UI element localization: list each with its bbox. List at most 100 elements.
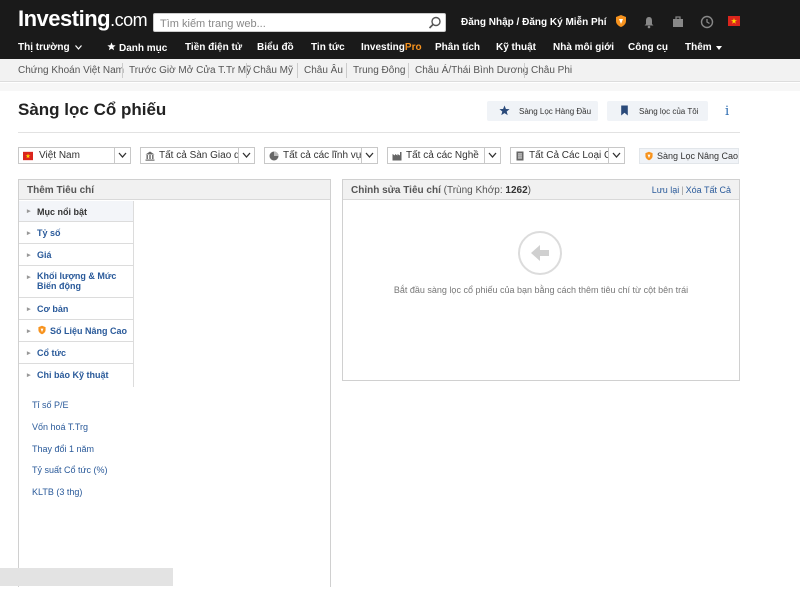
bookmark-icon [621,105,628,116]
chevron-down-icon [242,152,251,158]
briefcase-icon[interactable] [671,15,685,29]
nav-tools[interactable]: Công cụ [628,42,668,53]
edit-criteria-header: Chỉnh sửa Tiêu chí (Trùng Khớp: 1262) Lư… [343,180,739,200]
subnav-vietnam-stocks[interactable]: Chứng Khoán Việt Nam [18,65,124,76]
star-icon [499,105,510,116]
my-screener-button[interactable]: Sàng lọc của Tôi [607,101,708,121]
category-volume-volatility[interactable]: ▸ Khối lượng & Mức Biến động [19,266,134,298]
clear-all-link[interactable]: Xóa Tất Cả [686,185,731,195]
nav-watchlist[interactable]: Danh mục [107,42,167,54]
criterion-1-year-change[interactable]: Thay đổi 1 năm [32,444,94,454]
category-highlights[interactable]: ▸ Mục nổi bật [19,201,134,222]
nav-pro-suffix: Pro [404,42,422,53]
nav-investingpro[interactable]: InvestingPro [361,42,422,53]
nav-charts[interactable]: Biểu đồ [257,42,294,53]
nav-crypto[interactable]: Tiền điện tử [185,42,242,53]
edit-criteria-panel: Chỉnh sửa Tiêu chí (Trùng Khớp: 1262) Lư… [342,179,740,381]
category-label: Giá [37,250,52,260]
bullet-icon: ▸ [27,208,31,215]
pie-chart-icon [269,151,279,161]
category-label: Tỷ số [37,228,61,238]
vietnam-flag-icon[interactable] [728,16,740,26]
login-signup-link[interactable]: Đăng Nhập / Đăng Ký Miễn Phí [461,17,607,28]
nav-brokers[interactable]: Nhà môi giới [553,42,614,53]
nav-news[interactable]: Tin tức [311,42,345,53]
equity-type-value: Tất Cả Các Loại Cổ [529,150,617,161]
match-count-value: 1262 [505,185,528,196]
clock-icon[interactable] [700,15,714,29]
sector-select[interactable]: Tất cả các lĩnh vực [264,147,378,164]
subnav-middle-east[interactable]: Trung Đông [353,65,405,76]
advanced-screener-button[interactable]: Sàng Lọc Nâng Cao [639,148,739,164]
nav-analysis[interactable]: Phân tích [435,42,480,53]
star-icon [107,42,116,51]
category-label: Khối lượng & Mức Biến động [37,271,117,291]
category-dividends[interactable]: ▸ Cổ tức [19,342,134,364]
industry-value: Tất cả các Nghề [406,150,479,161]
edit-criteria-title: Chỉnh sửa Tiêu chí (Trùng Khớp: 1262) [351,185,531,196]
match-label: (Trùng Khớp: [443,185,503,196]
category-fundamentals[interactable]: ▸ Cơ bản [19,298,134,320]
sub-navigation: Chứng Khoán Việt Nam Trước Giờ Mở Cửa T.… [0,59,800,82]
document-icon [516,151,524,161]
bullet-icon: ▸ [27,372,31,379]
divider [346,63,347,78]
bottom-scroll-bar[interactable] [0,568,173,586]
search-icon[interactable] [428,16,442,30]
logo-text: Investing [18,6,111,31]
arrow-left-icon [518,231,562,275]
pro-shield-icon[interactable] [614,14,628,28]
chevron-down-icon [716,46,723,50]
nav-more-label: Thêm [685,42,712,53]
criterion-pe-ratio[interactable]: Tỉ số P/E [32,400,69,410]
subnav-europe[interactable]: Châu Âu [304,65,343,76]
nav-watchlist-label: Danh mục [119,43,168,54]
dropdown-arrow [484,148,500,163]
category-technical-indicators[interactable]: ▸ Chỉ báo Kỹ thuật [19,364,134,387]
separator: | [681,185,684,195]
top-screener-button[interactable]: Sàng Lọc Hàng Đầu [487,101,598,121]
dropdown-arrow [361,148,377,163]
divider [408,63,409,78]
vietnam-flag-icon [23,151,33,161]
search-input[interactable] [154,15,419,33]
divider [297,63,298,78]
chevron-down-icon [118,152,127,158]
header-band [0,83,800,91]
category-label: Chỉ báo Kỹ thuật [37,370,109,380]
criterion-avg-volume[interactable]: KLTB (3 thg) [32,487,82,497]
exchange-select[interactable]: Tất cả Sàn Giao dịch [140,147,255,164]
bullet-icon: ▸ [27,230,31,237]
equity-type-select[interactable]: Tất Cả Các Loại Cổ [510,147,625,164]
industry-select[interactable]: Tất cả các Nghề [387,147,501,164]
category-label: Cơ bản [37,304,69,314]
divider [18,132,740,133]
category-advanced-metrics[interactable]: ▸ Số Liệu Nâng Cao [19,320,134,342]
subnav-us-premarket[interactable]: Trước Giờ Mở Cửa T.Tr Mỹ [129,65,251,76]
criterion-dividend-yield[interactable]: Tỷ suất Cổ tức (%) [32,465,108,475]
nav-technical[interactable]: Kỹ thuật [496,42,536,53]
category-price[interactable]: ▸ Giá [19,244,134,266]
add-criteria-panel: Thêm Tiêu chí ▸ Mục nổi bật ▸ Tỷ số ▸ Gi… [18,179,331,587]
nav-more[interactable]: Thêm [685,42,723,53]
add-criteria-header: Thêm Tiêu chí [19,180,330,200]
bell-icon[interactable] [642,15,656,29]
sector-value: Tất cả các lĩnh vực [283,150,368,161]
chevron-down-icon [75,45,83,50]
nav-markets[interactable]: Thị trường [18,42,83,53]
country-select[interactable]: Việt Nam [18,147,131,164]
subnav-africa[interactable]: Châu Phi [531,65,572,76]
chevron-down-icon [365,152,374,158]
category-label: Mục nổi bật [37,207,87,217]
info-icon[interactable]: i [725,104,733,119]
criterion-market-cap[interactable]: Vốn hoá T.Trg [32,422,88,432]
category-ratios[interactable]: ▸ Tỷ số [19,222,134,244]
save-link[interactable]: Lưu lại [652,185,680,195]
investing-logo[interactable]: Investing.com [18,6,148,32]
subnav-asia-pacific[interactable]: Châu Á/Thái Bình Dương [415,65,528,76]
main-navigation: Thị trường Danh mục Tiền điện tử Biểu đồ… [0,38,800,59]
bullet-icon: ▸ [27,350,31,357]
advanced-screener-label: Sàng Lọc Nâng Cao [657,151,739,161]
subnav-americas[interactable]: Châu Mỹ [253,65,293,76]
logo-suffix: .com [110,10,148,30]
